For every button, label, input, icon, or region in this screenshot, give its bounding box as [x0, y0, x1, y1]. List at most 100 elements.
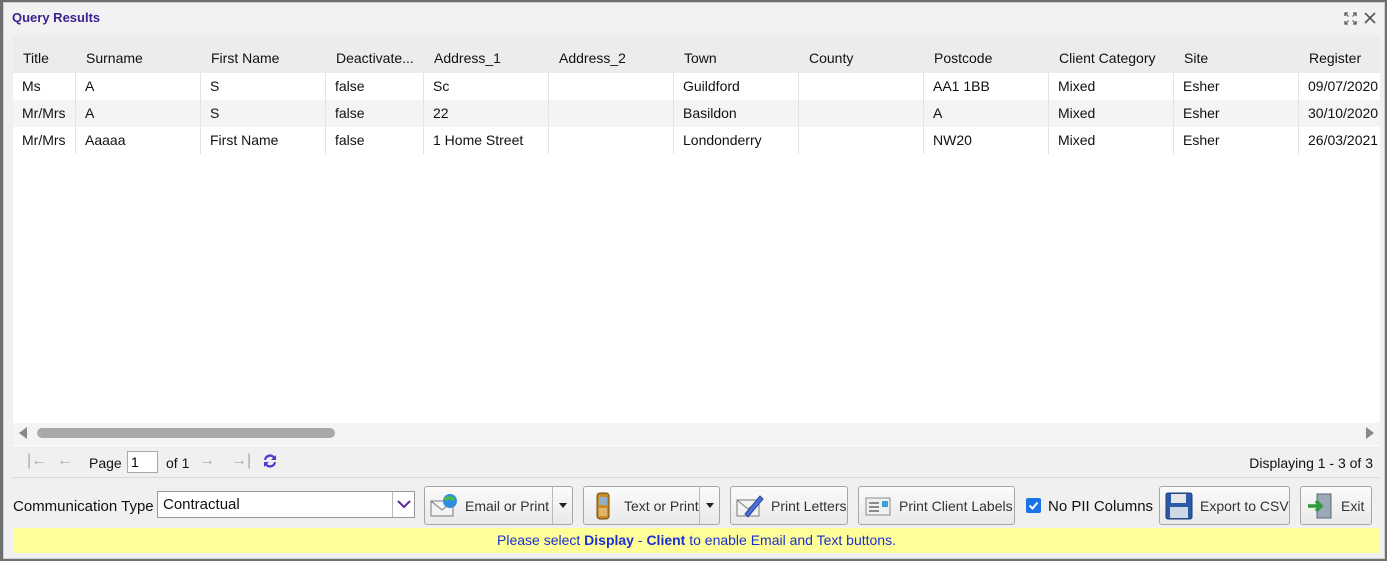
- text-or-print-button[interactable]: Text or Print: [583, 486, 720, 525]
- text-dropdown-arrow[interactable]: [699, 487, 719, 524]
- column-header[interactable]: Register: [1299, 36, 1380, 73]
- table-cell: S: [201, 73, 326, 100]
- table-cell: A: [924, 100, 1049, 127]
- next-page-icon[interactable]: →: [199, 452, 215, 470]
- table-cell: Ms: [13, 73, 76, 100]
- column-header[interactable]: First Name: [201, 36, 326, 73]
- display-count: Displaying 1 - 3 of 3: [1249, 455, 1373, 471]
- chevron-down-icon[interactable]: [392, 492, 414, 517]
- notice-prefix: Please select: [497, 532, 585, 548]
- column-header[interactable]: Address_1: [424, 36, 549, 73]
- mobile-phone-icon: [596, 492, 610, 519]
- scroll-right-icon[interactable]: [1366, 427, 1374, 439]
- column-header[interactable]: Town: [674, 36, 799, 73]
- table-cell: [799, 127, 924, 154]
- table-cell: Mr/Mrs: [13, 127, 76, 154]
- table-cell: Mixed: [1049, 100, 1174, 127]
- table-cell: 1 Home Street: [424, 127, 549, 154]
- exit-button[interactable]: Exit: [1300, 486, 1372, 525]
- print-client-labels-button[interactable]: Print Client Labels: [858, 486, 1015, 525]
- communication-type-value: Contractual: [163, 496, 240, 513]
- horizontal-scrollbar[interactable]: [13, 423, 1380, 445]
- scrollbar-thumb[interactable]: [37, 428, 335, 438]
- table-row[interactable]: Ms A Sfalse Sc Guildford AA1 1BB Mixed Esher 09/…: [13, 73, 1380, 100]
- table-cell: Esher: [1174, 73, 1299, 100]
- letter-icon: [736, 494, 764, 518]
- table-cell: [799, 73, 924, 100]
- paging-toolbar: |← ← Page of 1 → →| Displaying 1 - 3 of …: [13, 446, 1380, 478]
- page-number-input[interactable]: [127, 451, 158, 473]
- results-grid: Title Surname First Name Deactivate... Addre…: [13, 36, 1380, 446]
- table-cell: Mixed: [1049, 127, 1174, 154]
- table-cell: NW20: [924, 127, 1049, 154]
- table-row[interactable]: Mr/Mrs Aaaaa First Name false 1 Home Street L…: [13, 127, 1380, 154]
- table-cell: S: [201, 100, 326, 127]
- table-cell: 30/10/2020: [1299, 100, 1380, 127]
- print-client-labels-label: Print Client Labels: [899, 497, 1013, 514]
- table-cell: Aaaaa: [76, 127, 201, 154]
- column-header[interactable]: Site: [1174, 36, 1299, 73]
- grid-header: Title Surname First Name Deactivate... Addre…: [13, 36, 1380, 73]
- page-label: Page: [89, 455, 122, 471]
- print-letters-button[interactable]: Print Letters: [730, 486, 848, 525]
- save-disk-icon: [1165, 492, 1193, 519]
- column-header[interactable]: County: [799, 36, 924, 73]
- column-header[interactable]: Deactivate...: [326, 36, 424, 73]
- table-cell: Guildford: [674, 73, 799, 100]
- notice-client-keyword: Client: [646, 532, 686, 548]
- table-cell: [549, 100, 674, 127]
- column-header[interactable]: Postcode: [924, 36, 1049, 73]
- close-icon[interactable]: [1362, 10, 1378, 26]
- table-cell: [799, 100, 924, 127]
- table-cell: Basildon: [674, 100, 799, 127]
- table-cell: Esher: [1174, 127, 1299, 154]
- notice-suffix: to enable Email and Text buttons.: [685, 532, 896, 548]
- email-or-print-button[interactable]: Email or Print: [424, 486, 573, 525]
- labels-icon: [865, 497, 891, 515]
- maximize-icon[interactable]: [1342, 10, 1358, 26]
- table-cell: false: [326, 73, 424, 100]
- grid-body: Ms A Sfalse Sc Guildford AA1 1BB Mixed Esher 09/…: [13, 73, 1380, 154]
- window-title: Query Results: [12, 10, 101, 25]
- no-pii-label: No PII Columns: [1048, 498, 1154, 515]
- table-cell: 26/03/2021: [1299, 127, 1380, 154]
- export-to-csv-button[interactable]: Export to CSV: [1159, 486, 1290, 525]
- notice-separator: -: [633, 532, 647, 548]
- refresh-icon[interactable]: [261, 452, 279, 473]
- email-or-print-label: Email or Print: [465, 497, 550, 514]
- table-cell: Sc: [424, 73, 549, 100]
- last-page-icon[interactable]: →|: [231, 452, 251, 470]
- table-cell: A: [76, 100, 201, 127]
- communication-type-select[interactable]: Contractual: [157, 491, 415, 518]
- table-cell: Mr/Mrs: [13, 100, 76, 127]
- table-cell: false: [326, 127, 424, 154]
- scroll-left-icon[interactable]: [19, 427, 27, 439]
- column-header[interactable]: Title: [13, 36, 76, 73]
- table-cell: 09/07/2020: [1299, 73, 1380, 100]
- no-pii-checkbox[interactable]: [1026, 498, 1041, 513]
- text-or-print-label: Text or Print: [624, 497, 699, 514]
- page-count-label: of 1: [166, 455, 190, 471]
- column-header[interactable]: Client Category: [1049, 36, 1174, 73]
- table-cell: A: [76, 73, 201, 100]
- exit-label: Exit: [1341, 497, 1365, 514]
- exit-icon: [1308, 493, 1332, 518]
- window-titlebar: Query Results: [4, 3, 1384, 33]
- table-cell: 22: [424, 100, 549, 127]
- table-cell: AA1 1BB: [924, 73, 1049, 100]
- print-letters-label: Print Letters: [771, 497, 847, 514]
- table-cell: First Name: [201, 127, 326, 154]
- table-cell: false: [326, 100, 424, 127]
- table-row[interactable]: Mr/Mrs A Sfalse 22 Basildon A Mixed Esher 30/10/…: [13, 100, 1380, 127]
- column-header[interactable]: Surname: [76, 36, 201, 73]
- first-page-icon[interactable]: |←: [27, 452, 47, 470]
- table-cell: Esher: [1174, 100, 1299, 127]
- column-header[interactable]: Address_2: [549, 36, 674, 73]
- table-cell: Mixed: [1049, 73, 1174, 100]
- info-notice-bar: Please select Display - Client to enable…: [13, 528, 1380, 553]
- prev-page-icon[interactable]: ←: [57, 452, 73, 470]
- query-results-window: Query Results Title Surname First Name Deac…: [3, 2, 1385, 559]
- table-cell: [549, 127, 674, 154]
- table-cell: Londonderry: [674, 127, 799, 154]
- email-dropdown-arrow[interactable]: [552, 487, 572, 524]
